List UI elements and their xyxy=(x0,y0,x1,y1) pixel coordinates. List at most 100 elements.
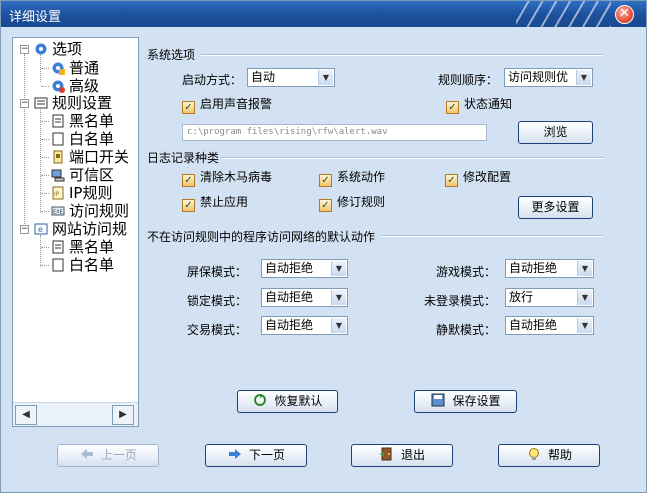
log-revise-rules-checkbox[interactable]: ✓ 修订规则 xyxy=(319,195,385,212)
log-block-app-checkbox[interactable]: ✓ 禁止应用 xyxy=(182,195,248,212)
rule-order-select[interactable]: 访问规则优 ▼ xyxy=(504,68,593,87)
settings-panel: 系统选项 启动方式： 自动 ▼ 规则顺序： 访问规则优 ▼ ✓ 启用声音报警 ✓ 状… xyxy=(139,37,637,427)
ip-rules-icon: IP xyxy=(52,186,64,200)
screensaver-mode-value: 自动拒绝 xyxy=(265,261,314,275)
sound-alarm-label: 启用声音报警 xyxy=(200,97,273,111)
tree-item-label: 端口开关 xyxy=(69,148,130,166)
lock-mode-select[interactable]: 自动拒绝 ▼ xyxy=(261,288,348,307)
rules-settings-icon xyxy=(34,97,48,109)
log-modify-config-label: 修改配置 xyxy=(463,170,512,184)
tree-item-label: IP规则 xyxy=(69,184,113,202)
chevron-down-icon[interactable]: ▼ xyxy=(318,70,333,85)
save-settings-label: 保存设置 xyxy=(452,394,501,408)
tree-item-label: 白名单 xyxy=(69,256,115,274)
title-bar-decoration xyxy=(516,1,611,27)
chevron-down-icon[interactable]: ▼ xyxy=(331,261,346,276)
checkbox-checked-icon[interactable]: ✓ xyxy=(182,101,195,114)
section-divider xyxy=(382,235,603,237)
section-divider xyxy=(201,54,603,56)
save-icon xyxy=(431,393,445,407)
trade-mode-select[interactable]: 自动拒绝 ▼ xyxy=(261,316,348,335)
lock-mode-value: 自动拒绝 xyxy=(265,290,314,304)
log-clear-trojan-label: 清除木马病毒 xyxy=(200,170,273,184)
startup-mode-select[interactable]: 自动 ▼ xyxy=(247,68,335,87)
sound-file-path-field[interactable]: c:\program files\rising\rfw\alert.wav xyxy=(182,124,487,141)
more-settings-button[interactable]: 更多设置 xyxy=(518,196,593,219)
sound-alarm-checkbox[interactable]: ✓ 启用声音报警 xyxy=(182,97,272,114)
port-switch-icon xyxy=(53,150,63,164)
log-clear-trojan-checkbox[interactable]: ✓ 清除木马病毒 xyxy=(182,170,272,187)
log-block-app-label: 禁止应用 xyxy=(200,195,249,209)
trade-mode-value: 自动拒绝 xyxy=(265,318,314,332)
next-page-button[interactable]: 下一页 xyxy=(205,444,307,467)
arrow-left-icon xyxy=(80,449,93,459)
trade-mode-label: 交易模式： xyxy=(187,323,248,337)
access-rules-icon: EXE xyxy=(51,206,65,216)
lock-mode-label: 锁定模式： xyxy=(187,294,248,308)
checkbox-checked-icon[interactable]: ✓ xyxy=(446,101,459,114)
status-notify-label: 状态通知 xyxy=(464,97,513,111)
tree-item-label: 黑名单 xyxy=(69,112,115,130)
website-access-icon: e xyxy=(34,223,48,235)
checkbox-checked-icon[interactable]: ✓ xyxy=(319,199,332,212)
log-system-actions-label: 系统动作 xyxy=(337,170,386,184)
close-icon[interactable]: ✕ xyxy=(615,5,634,24)
log-types-heading: 日志记录种类 xyxy=(147,151,220,165)
tree-item-label: 白名单 xyxy=(69,130,115,148)
browse-button[interactable]: 浏览 xyxy=(518,121,593,144)
chevron-down-icon[interactable]: ▼ xyxy=(576,70,591,85)
save-settings-button[interactable]: 保存设置 xyxy=(414,390,517,413)
chevron-down-icon[interactable]: ▼ xyxy=(577,261,592,276)
chevron-down-icon[interactable]: ▼ xyxy=(577,290,592,305)
collapse-icon[interactable]: − xyxy=(20,45,29,54)
logged-out-mode-select[interactable]: 放行 ▼ xyxy=(505,288,594,307)
chevron-down-icon[interactable]: ▼ xyxy=(331,290,346,305)
chevron-down-icon[interactable]: ▼ xyxy=(331,318,346,333)
log-revise-rules-label: 修订规则 xyxy=(337,195,386,209)
checkbox-checked-icon[interactable]: ✓ xyxy=(445,174,458,187)
status-notify-checkbox[interactable]: ✓ 状态通知 xyxy=(446,97,512,114)
section-divider xyxy=(222,157,603,159)
tree-item-label: 可信区 xyxy=(69,166,115,184)
rule-order-value: 访问规则优 xyxy=(508,70,569,84)
checkbox-checked-icon[interactable]: ✓ xyxy=(319,174,332,187)
title-bar[interactable]: 详细设置 ✕ xyxy=(1,1,646,27)
silent-mode-label: 静默模式： xyxy=(436,323,497,337)
tree-guide-line xyxy=(40,108,41,213)
tree-item-label: 访问规则 xyxy=(69,202,130,220)
svg-text:e: e xyxy=(38,225,43,234)
chevron-down-icon[interactable]: ▼ xyxy=(577,318,592,333)
game-mode-value: 自动拒绝 xyxy=(509,261,558,275)
tree-item-label: 网站访问规 xyxy=(52,220,128,238)
game-mode-select[interactable]: 自动拒绝 ▼ xyxy=(505,259,594,278)
scroll-left-icon[interactable]: ◀ xyxy=(15,405,37,425)
tree-item-label: 普通 xyxy=(69,59,100,77)
log-modify-config-checkbox[interactable]: ✓ 修改配置 xyxy=(445,170,511,187)
tree-guide-line xyxy=(40,235,41,267)
startup-mode-value: 自动 xyxy=(251,70,276,84)
collapse-icon[interactable]: − xyxy=(20,225,29,234)
rule-order-label: 规则顺序： xyxy=(438,73,499,87)
checkbox-checked-icon[interactable]: ✓ xyxy=(182,199,195,212)
previous-page-label: 上一页 xyxy=(100,448,137,462)
silent-mode-select[interactable]: 自动拒绝 ▼ xyxy=(505,316,594,335)
blacklist-doc-icon xyxy=(52,240,64,254)
collapse-icon[interactable]: − xyxy=(20,99,29,108)
previous-page-button[interactable]: 上一页 xyxy=(57,444,159,467)
restore-default-label: 恢复默认 xyxy=(274,394,323,408)
tree-horizontal-scrollbar[interactable]: ◀ ▶ xyxy=(13,402,138,426)
log-system-actions-checkbox[interactable]: ✓ 系统动作 xyxy=(319,170,385,187)
scroll-right-icon[interactable]: ▶ xyxy=(112,405,134,425)
help-label: 帮助 xyxy=(547,448,572,462)
restore-default-button[interactable]: 恢复默认 xyxy=(237,390,338,413)
default-actions-heading: 不在访问规则中的程序访问网络的默认动作 xyxy=(147,230,376,244)
tree-item-label: 选项 xyxy=(52,40,83,58)
screensaver-mode-select[interactable]: 自动拒绝 ▼ xyxy=(261,259,348,278)
help-button[interactable]: 帮助 xyxy=(498,444,600,467)
exit-label: 退出 xyxy=(400,448,425,462)
tree-item-label: 黑名单 xyxy=(69,238,115,256)
exit-button[interactable]: 退出 xyxy=(351,444,453,467)
svg-text:IP: IP xyxy=(54,191,60,198)
checkbox-checked-icon[interactable]: ✓ xyxy=(182,174,195,187)
silent-mode-value: 自动拒绝 xyxy=(509,318,558,332)
